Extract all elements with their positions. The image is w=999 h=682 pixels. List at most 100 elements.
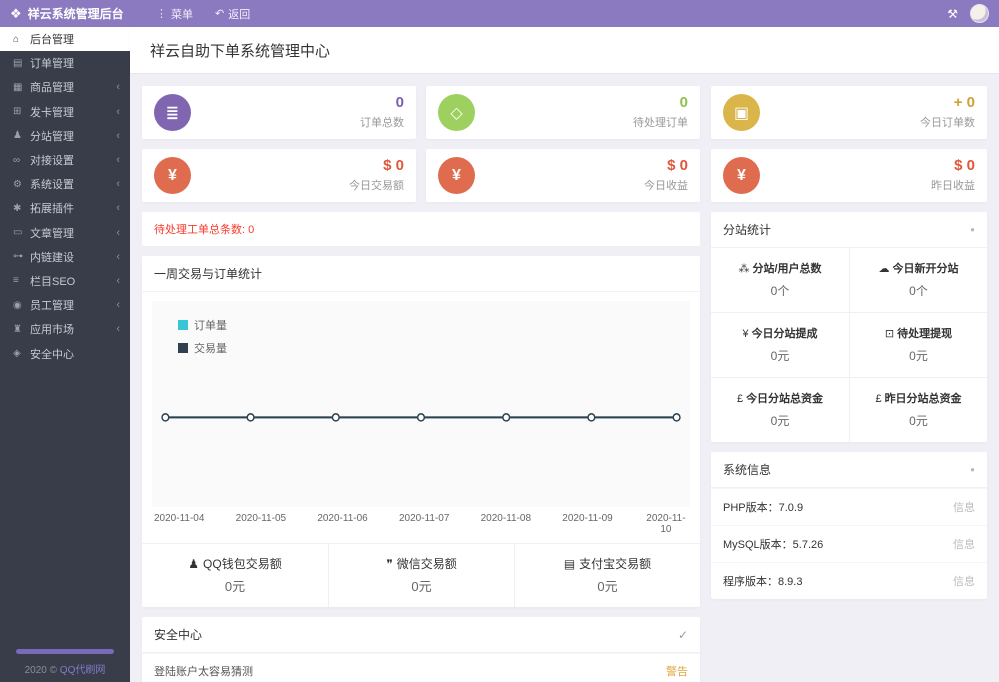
header-nav: ⋮ 菜单 ↶ 返回 xyxy=(156,6,250,22)
cart-icon: ▦ xyxy=(13,81,23,93)
page-title: 祥云自助下单系统管理中心 xyxy=(130,27,999,74)
avatar[interactable] xyxy=(970,4,989,23)
sidebar-item-staff-manage[interactable]: ◉ 员工管理 ‹ xyxy=(0,293,130,317)
copyright-link[interactable]: QQ代刷网 xyxy=(60,665,106,676)
pending-tickets-notice: 待处理工单总条数: 0 xyxy=(142,212,700,246)
gear-icon: ⚙ xyxy=(13,178,22,190)
sidebar-item-label: 发卡管理 xyxy=(30,106,74,119)
substation-stats-panel: 分站统计 ● ⁂ 分站/用户总数 0个 ☁ 今日新开分站 0个 ¥ 今日分站提成… xyxy=(711,212,987,442)
stat-card-today-orders: ▣ + 0 今日订单数 xyxy=(711,86,987,139)
substation-value: 0元 xyxy=(909,349,928,363)
sidebar-item-label: 分站管理 xyxy=(30,130,74,143)
sidebar-item-goods-manage[interactable]: ▦ 商品管理 ‹ xyxy=(0,75,130,99)
check-icon: ✓ xyxy=(677,627,688,642)
legend-swatch-trades[interactable] xyxy=(178,343,188,353)
sidebar-item-security-center[interactable]: ◈ 安全中心 xyxy=(0,341,130,365)
security-panel: 安全中心 ✓ 登陆账户太容易猜测 警告 检测到您的数据库结构异常(点击修复) 危… xyxy=(142,617,700,682)
substation-grid: ⁂ 分站/用户总数 0个 ☁ 今日新开分站 0个 ¥ 今日分站提成 0元 ⊡ 待处理 xyxy=(711,248,987,442)
sidebar-item-plugins[interactable]: ✱ 拓展插件 ‹ xyxy=(0,196,130,220)
app-title: 祥云系统管理后台 xyxy=(27,7,124,21)
sidebar-scroll-pill[interactable] xyxy=(16,649,114,654)
substation-cell-total-users: ⁂ 分站/用户总数 0个 xyxy=(711,248,849,312)
list-icon: ≡ xyxy=(13,275,19,287)
chart-marker xyxy=(331,413,340,422)
yen-icon: ¥ xyxy=(723,157,760,194)
sidebar-item-column-seo[interactable]: ≡ 栏目SEO ‹ xyxy=(0,269,130,293)
wrench-icon[interactable]: ⚒ xyxy=(947,7,958,21)
warn-badge: 警告 xyxy=(666,666,688,678)
sysinfo-row-mysql: MySQL版本：5.7.26 信息 xyxy=(711,525,987,562)
table-icon: ▤ xyxy=(13,57,23,69)
sidebar-item-label: 安全中心 xyxy=(30,348,74,361)
legend-label-orders[interactable]: 订单量 xyxy=(194,317,227,333)
payment-label: QQ钱包交易额 xyxy=(203,557,282,571)
payment-value: 0元 xyxy=(597,579,618,594)
back-button[interactable]: ↶ 返回 xyxy=(215,6,250,22)
stat-card-today-trade-amount: ¥ $ 0 今日交易额 xyxy=(142,149,416,202)
system-info-header: 系统信息 ● xyxy=(711,452,987,488)
sidebar-item-label: 系统设置 xyxy=(30,179,74,192)
stat-card-total-orders: ≣ 0 订单总数 xyxy=(142,86,416,139)
left-column: ≣ 0 订单总数 ◇ 0 待处理订单 ¥ $ 0 今日交易额 ¥ $ 0 今日收… xyxy=(142,86,700,682)
chart-body: 订单量 交易量 2020-11-04 2020-11-05 2020-11-06 20… xyxy=(142,292,700,543)
sidebar-item-label: 栏目SEO xyxy=(30,275,76,288)
sidebar-item-substation-manage[interactable]: ♟ 分站管理 ‹ xyxy=(0,124,130,148)
payment-label: 支付宝交易额 xyxy=(579,557,652,571)
article-icon: ▭ xyxy=(13,227,23,239)
stat-label: 今日交易额 xyxy=(349,180,404,193)
qq-penguin-icon: ♟ xyxy=(188,557,200,571)
sidebar-item-system-settings[interactable]: ⚙ 系统设置 ‹ xyxy=(0,172,130,196)
list-ol-icon: ≣ xyxy=(154,94,191,131)
sidebar-item-app-market[interactable]: ♜ 应用市场 ‹ xyxy=(0,317,130,341)
payment-value: 0元 xyxy=(411,579,432,594)
payment-qq-wallet: ♟ QQ钱包交易额 0元 xyxy=(142,544,328,607)
stat-label: 今日收益 xyxy=(644,180,688,193)
chart-plot: 订单量 交易量 xyxy=(152,301,690,507)
sidebar-item-backend-manage[interactable]: ⌂ 后台管理 xyxy=(0,27,130,52)
dot-icon[interactable]: ● xyxy=(970,225,975,234)
yen-icon: ¥ xyxy=(742,328,749,340)
brand: ❖ 祥云系统管理后台 xyxy=(10,5,138,22)
sidebar-item-dock-settings[interactable]: ∞ 对接设置 ‹ xyxy=(0,148,130,172)
substation-label: 分站/用户总数 xyxy=(752,263,822,275)
substation-cell-new-today: ☁ 今日新开分站 0个 xyxy=(849,248,987,312)
dot-icon[interactable]: ● xyxy=(970,465,975,474)
chart-panel-header: 一周交易与订单统计 xyxy=(142,256,700,292)
sitemap-icon: ♟ xyxy=(13,130,22,142)
sidebar-footer: 2020 © QQ代刷网 xyxy=(0,649,130,676)
stat-card-pending-orders: ◇ 0 待处理订单 xyxy=(426,86,700,139)
system-info-title: 系统信息 xyxy=(723,463,772,477)
info-badge: 信息 xyxy=(953,576,975,588)
sysinfo-label: PHP版本：7.0.9 xyxy=(723,502,804,514)
security-title: 安全中心 xyxy=(154,628,203,642)
credit-card-icon: ▤ xyxy=(563,557,576,571)
substation-label: 今日分站提成 xyxy=(751,328,818,340)
yen-icon: ¥ xyxy=(438,157,475,194)
sidebar-item-article-manage[interactable]: ▭ 文章管理 ‹ xyxy=(0,221,130,245)
payment-stats-row: ♟ QQ钱包交易额 0元 ❞ 微信交易额 0元 ▤ 支付宝交易额 0元 xyxy=(142,543,700,607)
x-axis-labels: 2020-11-04 2020-11-05 2020-11-06 2020-11-07… xyxy=(152,507,690,543)
menu-button[interactable]: ⋮ 菜单 xyxy=(156,6,193,22)
sidebar-item-order-manage[interactable]: ▤ 订单管理 xyxy=(0,51,130,75)
shield-icon: ◈ xyxy=(13,348,21,360)
chart-marker xyxy=(502,413,511,422)
payment-label: 微信交易额 xyxy=(396,557,457,571)
payment-wechat: ❞ 微信交易额 0元 xyxy=(328,544,514,607)
cloud-icon: ☁ xyxy=(878,263,890,275)
security-row-weak-account[interactable]: 登陆账户太容易猜测 警告 xyxy=(142,653,700,682)
x-tick-label: 2020-11-04 xyxy=(154,513,205,524)
sidebar-item-card-manage[interactable]: ⊞ 发卡管理 ‹ xyxy=(0,100,130,124)
substation-cell-today-funds: £ 今日分站总资金 0元 xyxy=(711,377,849,442)
legend-label-trades[interactable]: 交易量 xyxy=(194,340,227,356)
sysinfo-label: 程序版本：8.9.3 xyxy=(723,576,803,588)
home-icon: ⌂ xyxy=(13,33,20,45)
money-bill-icon: ⊡ xyxy=(884,328,895,340)
sidebar-item-inner-links[interactable]: ⊶ 内链建设 ‹ xyxy=(0,245,130,269)
sysinfo-row-program: 程序版本：8.9.3 信息 xyxy=(711,562,987,599)
stat-card-yesterday-earnings: ¥ $ 0 昨日收益 xyxy=(711,149,987,202)
legend-swatch-orders[interactable] xyxy=(178,320,188,330)
substation-value: 0元 xyxy=(770,414,790,428)
stat-value: 0 xyxy=(679,93,688,111)
pound-icon: £ xyxy=(875,393,882,405)
sitemap-icon: ⁂ xyxy=(738,263,750,275)
